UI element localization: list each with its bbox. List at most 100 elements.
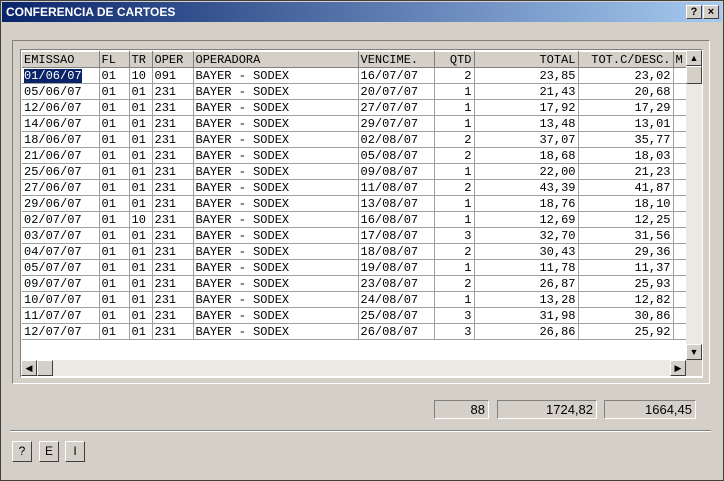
cell-tr[interactable]: 01 bbox=[129, 115, 153, 132]
cell-emissao[interactable]: 12/07/07 bbox=[22, 323, 100, 340]
cell-operadora[interactable]: BAYER - SODEX bbox=[193, 243, 359, 260]
cell-qtd[interactable]: 1 bbox=[434, 99, 475, 116]
cell-vencimento[interactable]: 25/08/07 bbox=[358, 307, 435, 324]
cell-total-desc[interactable]: 29,36 bbox=[578, 243, 674, 260]
table-row[interactable]: 05/06/07 01 01 231 BAYER - SODEX 20/07/07 1 21,… bbox=[22, 83, 690, 100]
cell-qtd[interactable]: 2 bbox=[434, 67, 475, 84]
cell-oper[interactable]: 231 bbox=[152, 99, 194, 116]
cell-operadora[interactable]: BAYER - SODEX bbox=[193, 83, 359, 100]
cell-tr[interactable]: 01 bbox=[129, 275, 153, 292]
cell-oper[interactable]: 231 bbox=[152, 307, 194, 324]
table-row[interactable]: 02/07/07 01 10 231 BAYER - SODEX 16/08/07 1 12,… bbox=[22, 211, 690, 228]
cell-total-desc[interactable]: 12,25 bbox=[578, 211, 674, 228]
cell-operadora[interactable]: BAYER - SODEX bbox=[193, 67, 359, 84]
col-header-operadora[interactable]: OPERADORA bbox=[193, 51, 359, 68]
cell-emissao[interactable]: 04/07/07 bbox=[22, 243, 100, 260]
cell-vencimento[interactable]: 27/07/07 bbox=[358, 99, 435, 116]
cell-total-desc[interactable]: 35,77 bbox=[578, 131, 674, 148]
cell-fl[interactable]: 01 bbox=[99, 147, 130, 164]
cell-emissao[interactable]: 01/06/07 bbox=[22, 67, 100, 84]
cell-operadora[interactable]: BAYER - SODEX bbox=[193, 275, 359, 292]
col-header-emissao[interactable]: EMISSAO bbox=[22, 51, 100, 68]
cell-emissao[interactable]: 12/06/07 bbox=[22, 99, 100, 116]
cell-total[interactable]: 18,68 bbox=[474, 147, 579, 164]
cell-qtd[interactable]: 2 bbox=[434, 275, 475, 292]
cell-fl[interactable]: 01 bbox=[99, 131, 130, 148]
cell-tr[interactable]: 01 bbox=[129, 227, 153, 244]
cell-total[interactable]: 26,86 bbox=[474, 323, 579, 340]
cell-oper[interactable]: 231 bbox=[152, 115, 194, 132]
cell-oper[interactable]: 231 bbox=[152, 291, 194, 308]
cell-operadora[interactable]: BAYER - SODEX bbox=[193, 115, 359, 132]
cell-vencimento[interactable]: 24/08/07 bbox=[358, 291, 435, 308]
cell-tr[interactable]: 10 bbox=[129, 67, 153, 84]
horizontal-scrollbar[interactable]: ◀ ▶ bbox=[21, 360, 686, 376]
cell-fl[interactable]: 01 bbox=[99, 195, 130, 212]
cell-qtd[interactable]: 1 bbox=[434, 291, 475, 308]
cell-vencimento[interactable]: 19/08/07 bbox=[358, 259, 435, 276]
cell-total[interactable]: 17,92 bbox=[474, 99, 579, 116]
cell-vencimento[interactable]: 18/08/07 bbox=[358, 243, 435, 260]
cell-total-desc[interactable]: 11,37 bbox=[578, 259, 674, 276]
vertical-scroll-thumb[interactable] bbox=[686, 66, 702, 84]
cell-total[interactable]: 43,39 bbox=[474, 179, 579, 196]
vertical-scrollbar[interactable]: ▲ ▼ bbox=[686, 50, 702, 360]
table-row[interactable]: 18/06/07 01 01 231 BAYER - SODEX 02/08/07 2 37,… bbox=[22, 131, 690, 148]
table-row[interactable]: 12/07/07 01 01 231 BAYER - SODEX 26/08/07 3 26,… bbox=[22, 323, 690, 340]
cell-emissao[interactable]: 14/06/07 bbox=[22, 115, 100, 132]
cell-emissao[interactable]: 11/07/07 bbox=[22, 307, 100, 324]
cell-operadora[interactable]: BAYER - SODEX bbox=[193, 227, 359, 244]
cell-total-desc[interactable]: 25,93 bbox=[578, 275, 674, 292]
cell-fl[interactable]: 01 bbox=[99, 227, 130, 244]
cell-total[interactable]: 11,78 bbox=[474, 259, 579, 276]
table-row[interactable]: 01/06/07 01 10 091 BAYER - SODEX 16/07/07 2 23,… bbox=[22, 67, 690, 84]
cell-operadora[interactable]: BAYER - SODEX bbox=[193, 195, 359, 212]
table-row[interactable]: 10/07/07 01 01 231 BAYER - SODEX 24/08/07 1 13,… bbox=[22, 291, 690, 308]
cell-tr[interactable]: 01 bbox=[129, 163, 153, 180]
e-button[interactable]: E bbox=[39, 441, 59, 462]
table-row[interactable]: 27/06/07 01 01 231 BAYER - SODEX 11/08/07 2 43,… bbox=[22, 179, 690, 196]
cell-total-desc[interactable]: 21,23 bbox=[578, 163, 674, 180]
cell-oper[interactable]: 231 bbox=[152, 259, 194, 276]
cell-emissao[interactable]: 27/06/07 bbox=[22, 179, 100, 196]
cell-qtd[interactable]: 2 bbox=[434, 243, 475, 260]
cell-operadora[interactable]: BAYER - SODEX bbox=[193, 291, 359, 308]
cell-oper[interactable]: 231 bbox=[152, 243, 194, 260]
cell-oper[interactable]: 231 bbox=[152, 195, 194, 212]
table-row[interactable]: 21/06/07 01 01 231 BAYER - SODEX 05/08/07 2 18,… bbox=[22, 147, 690, 164]
cell-fl[interactable]: 01 bbox=[99, 67, 130, 84]
cell-operadora[interactable]: BAYER - SODEX bbox=[193, 211, 359, 228]
cell-operadora[interactable]: BAYER - SODEX bbox=[193, 163, 359, 180]
cell-fl[interactable]: 01 bbox=[99, 291, 130, 308]
cell-tr[interactable]: 01 bbox=[129, 291, 153, 308]
cell-fl[interactable]: 01 bbox=[99, 243, 130, 260]
cell-fl[interactable]: 01 bbox=[99, 307, 130, 324]
cell-total[interactable]: 32,70 bbox=[474, 227, 579, 244]
cell-tr[interactable]: 01 bbox=[129, 147, 153, 164]
cell-oper[interactable]: 231 bbox=[152, 83, 194, 100]
cell-vencimento[interactable]: 29/07/07 bbox=[358, 115, 435, 132]
cell-emissao[interactable]: 05/07/07 bbox=[22, 259, 100, 276]
cell-tr[interactable]: 01 bbox=[129, 323, 153, 340]
cell-total[interactable]: 13,28 bbox=[474, 291, 579, 308]
cell-qtd[interactable]: 3 bbox=[434, 227, 475, 244]
cell-emissao[interactable]: 29/06/07 bbox=[22, 195, 100, 212]
cell-total[interactable]: 21,43 bbox=[474, 83, 579, 100]
cell-oper[interactable]: 231 bbox=[152, 163, 194, 180]
table-row[interactable]: 04/07/07 01 01 231 BAYER - SODEX 18/08/07 2 30,… bbox=[22, 243, 690, 260]
table-row[interactable]: 29/06/07 01 01 231 BAYER - SODEX 13/08/07 1 18,… bbox=[22, 195, 690, 212]
cell-vencimento[interactable]: 20/07/07 bbox=[358, 83, 435, 100]
cell-operadora[interactable]: BAYER - SODEX bbox=[193, 99, 359, 116]
cell-vencimento[interactable]: 23/08/07 bbox=[358, 275, 435, 292]
cell-oper[interactable]: 231 bbox=[152, 323, 194, 340]
col-header-qtd[interactable]: QTD bbox=[434, 51, 475, 68]
cell-qtd[interactable]: 1 bbox=[434, 259, 475, 276]
table-row[interactable]: 11/07/07 01 01 231 BAYER - SODEX 25/08/07 3 31,… bbox=[22, 307, 690, 324]
cell-fl[interactable]: 01 bbox=[99, 99, 130, 116]
cell-total-desc[interactable]: 23,02 bbox=[578, 67, 674, 84]
cell-total-desc[interactable]: 12,82 bbox=[578, 291, 674, 308]
cell-emissao[interactable]: 21/06/07 bbox=[22, 147, 100, 164]
cell-operadora[interactable]: BAYER - SODEX bbox=[193, 323, 359, 340]
cell-fl[interactable]: 01 bbox=[99, 211, 130, 228]
i-button[interactable]: I bbox=[65, 441, 85, 462]
